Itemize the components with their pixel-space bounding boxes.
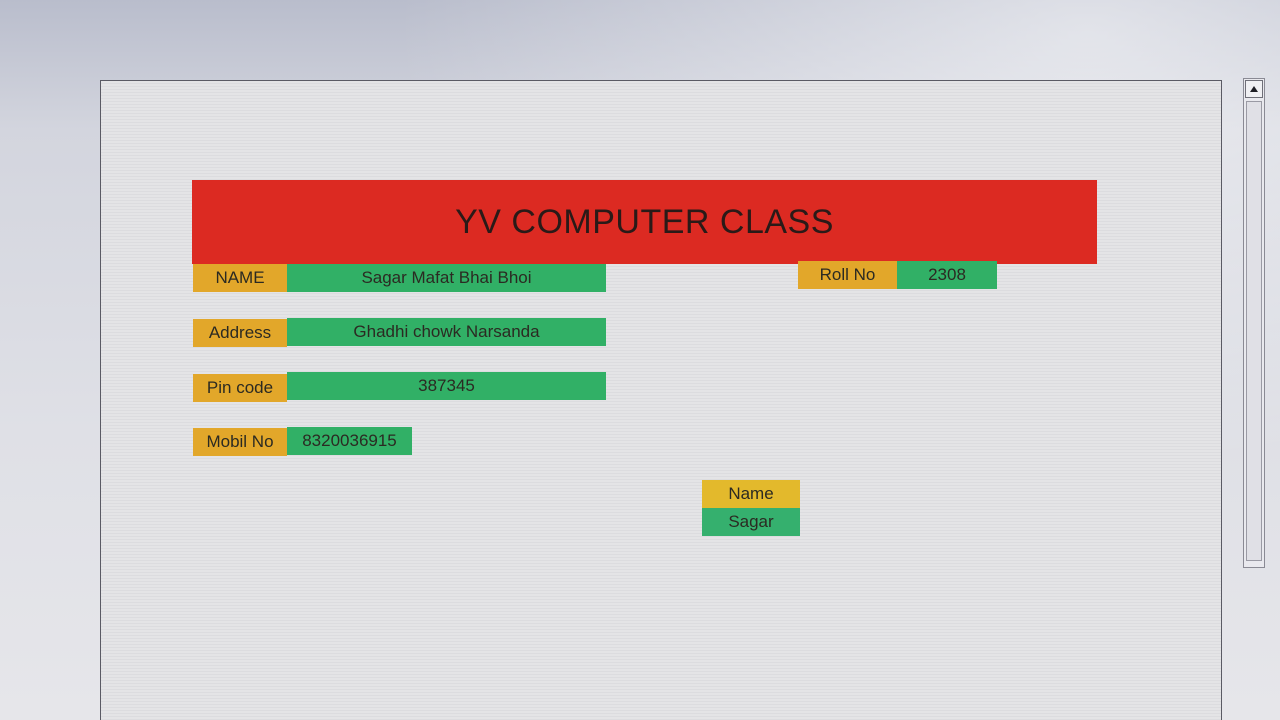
title-banner[interactable]: YV COMPUTER CLASS (192, 180, 1097, 264)
address-value: Ghadhi chowk Narsanda (353, 322, 540, 341)
pin-label: Pin code (206, 378, 274, 397)
mobile-label-cell[interactable]: Mobil No (193, 428, 287, 456)
roll-value: 2308 (928, 265, 966, 284)
lookup-value: Sagar (728, 512, 774, 531)
mobile-value: 8320036915 (302, 431, 397, 450)
pin-value: 387345 (418, 376, 475, 395)
address-label-cell[interactable]: Address (193, 319, 287, 347)
mobile-value-cell[interactable]: 8320036915 (287, 427, 412, 455)
vertical-scrollbar[interactable] (1243, 78, 1265, 568)
roll-label: Roll No (819, 265, 876, 284)
name-label-cell[interactable]: NAME (193, 264, 287, 292)
roll-value-cell[interactable]: 2308 (897, 261, 997, 289)
name-label: NAME (215, 268, 265, 287)
name-value-cell[interactable]: Sagar Mafat Bhai Bhoi (287, 264, 606, 292)
title-text: YV COMPUTER CLASS (455, 202, 834, 241)
scroll-up-button[interactable] (1245, 80, 1263, 98)
address-label: Address (208, 323, 272, 342)
pin-value-cell[interactable]: 387345 (287, 372, 606, 400)
lookup-value-cell[interactable]: Sagar (702, 508, 800, 536)
address-value-cell[interactable]: Ghadhi chowk Narsanda (287, 318, 606, 346)
roll-label-cell[interactable]: Roll No (798, 261, 897, 289)
mobile-label: Mobil No (206, 432, 274, 451)
pin-label-cell[interactable]: Pin code (193, 374, 287, 402)
name-value: Sagar Mafat Bhai Bhoi (361, 268, 532, 287)
scroll-thumb[interactable] (1246, 101, 1262, 561)
lookup-label-cell[interactable]: Name (702, 480, 800, 508)
lookup-label: Name (728, 484, 774, 503)
arrow-up-icon (1250, 86, 1258, 92)
